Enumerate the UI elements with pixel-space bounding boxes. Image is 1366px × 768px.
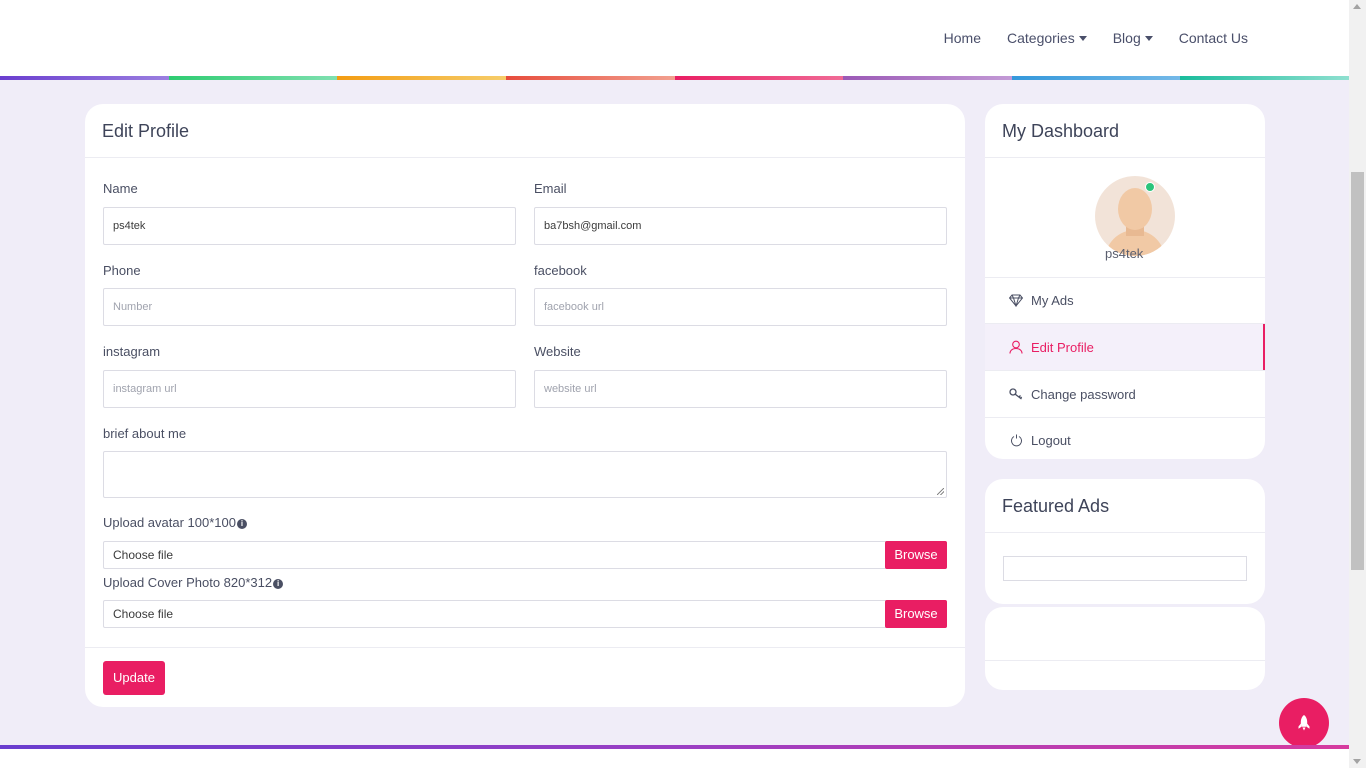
menu-item-logout-label: Logout xyxy=(1031,432,1071,448)
featured-ads-title: Featured Ads xyxy=(985,479,1265,533)
about-label: brief about me xyxy=(103,426,187,441)
menu-item-edit-profile-label: Edit Profile xyxy=(1031,339,1094,355)
cover-browse-button[interactable]: Browse xyxy=(885,600,947,628)
menu-item-my-ads[interactable]: My Ads xyxy=(985,277,1265,324)
header-stripe-segment xyxy=(674,76,844,80)
email-label: Email xyxy=(534,181,567,196)
scroll-to-top-button[interactable] xyxy=(1279,698,1329,748)
dashboard-menu: My Ads Edit Profile Change password Logo… xyxy=(985,277,1265,462)
avatar-browse-button[interactable]: Browse xyxy=(885,541,947,569)
empty-widget-divider xyxy=(985,660,1265,661)
facebook-label: facebook xyxy=(534,263,587,278)
facebook-input[interactable] xyxy=(534,288,947,326)
diamond-icon xyxy=(1007,294,1025,307)
caret-down-icon xyxy=(1078,36,1087,41)
info-icon: i xyxy=(273,579,284,589)
avatar-head-shape xyxy=(1118,188,1152,230)
header-stripe-segment xyxy=(337,76,506,80)
featured-ads-box xyxy=(1003,556,1247,581)
footer xyxy=(0,749,1349,768)
header-stripe-segment xyxy=(0,76,169,80)
avatar-image xyxy=(1095,176,1175,256)
website-label: Website xyxy=(534,344,581,359)
cover-upload-label-text: Upload Cover Photo 820*312 xyxy=(103,575,273,590)
online-status-dot xyxy=(1145,182,1155,192)
edit-profile-card: Edit Profile Name Email Phone facebook i… xyxy=(85,104,965,707)
website-input[interactable] xyxy=(534,370,947,408)
caret-down-icon xyxy=(1144,36,1153,41)
site-header: Home Categories Blog Contact Us xyxy=(0,0,1349,80)
update-button[interactable]: Update xyxy=(103,661,165,695)
name-label: Name xyxy=(103,181,138,196)
key-icon xyxy=(1007,388,1025,400)
scrollbar-thumb[interactable] xyxy=(1351,172,1364,570)
avatar-file-text: Choose file xyxy=(113,548,174,562)
resize-grip-icon[interactable] xyxy=(937,488,944,495)
nav-categories[interactable]: Categories xyxy=(1007,30,1087,46)
dashboard-card: My Dashboard ps4tek My Ads Edit Profile xyxy=(985,104,1265,459)
user-name: ps4tek xyxy=(1105,246,1144,261)
main-nav: Home Categories Blog Contact Us xyxy=(944,0,1248,76)
avatar-upload-label-text: Upload avatar 100*100 xyxy=(103,515,236,530)
dashboard-title: My Dashboard xyxy=(985,104,1265,158)
cover-upload-label: Upload Cover Photo 820*312 i xyxy=(103,575,284,590)
name-input[interactable] xyxy=(103,207,516,245)
phone-input[interactable] xyxy=(103,288,516,326)
form-divider xyxy=(85,647,965,648)
nav-blog[interactable]: Blog xyxy=(1113,30,1153,46)
cover-file-text: Choose file xyxy=(113,607,174,621)
menu-item-change-password-label: Change password xyxy=(1031,386,1136,402)
nav-blog-label: Blog xyxy=(1112,30,1141,46)
page-scrollbar[interactable] xyxy=(1349,0,1366,768)
featured-ads-card: Featured Ads xyxy=(985,479,1265,604)
rocket-icon xyxy=(1298,715,1310,731)
user-icon xyxy=(1007,340,1025,354)
header-stripe-segment xyxy=(168,76,338,80)
email-input[interactable] xyxy=(534,207,947,245)
nav-contact[interactable]: Contact Us xyxy=(1179,30,1248,46)
cover-file-input[interactable]: Choose file Browse xyxy=(103,600,947,628)
nav-categories-label: Categories xyxy=(1007,30,1075,46)
phone-label: Phone xyxy=(103,263,141,278)
header-stripe-segment xyxy=(505,76,675,80)
empty-widget-card xyxy=(985,607,1265,690)
header-stripe-segment xyxy=(843,76,1012,80)
menu-item-change-password[interactable]: Change password xyxy=(985,371,1265,418)
scroll-up-arrow-icon[interactable] xyxy=(1353,4,1361,9)
info-icon: i xyxy=(237,519,247,529)
power-icon xyxy=(1007,434,1025,447)
nav-contact-label: Contact Us xyxy=(1178,30,1248,46)
instagram-label: instagram xyxy=(103,344,161,359)
edit-profile-title: Edit Profile xyxy=(85,104,965,158)
avatar xyxy=(1095,176,1175,256)
header-color-stripe xyxy=(0,76,1349,80)
menu-item-edit-profile[interactable]: Edit Profile xyxy=(985,324,1265,371)
instagram-input[interactable] xyxy=(103,370,516,408)
avatar-upload-label: Upload avatar 100*100 i xyxy=(103,515,247,530)
header-stripe-segment xyxy=(1180,76,1349,80)
scroll-down-arrow-icon[interactable] xyxy=(1353,759,1361,764)
menu-item-logout[interactable]: Logout xyxy=(985,418,1265,462)
header-stripe-segment xyxy=(1011,76,1181,80)
menu-item-my-ads-label: My Ads xyxy=(1031,292,1074,308)
avatar-file-input[interactable]: Choose file Browse xyxy=(103,541,947,569)
about-textarea[interactable] xyxy=(103,451,947,498)
nav-home-label: Home xyxy=(943,30,982,46)
nav-home[interactable]: Home xyxy=(944,30,981,46)
